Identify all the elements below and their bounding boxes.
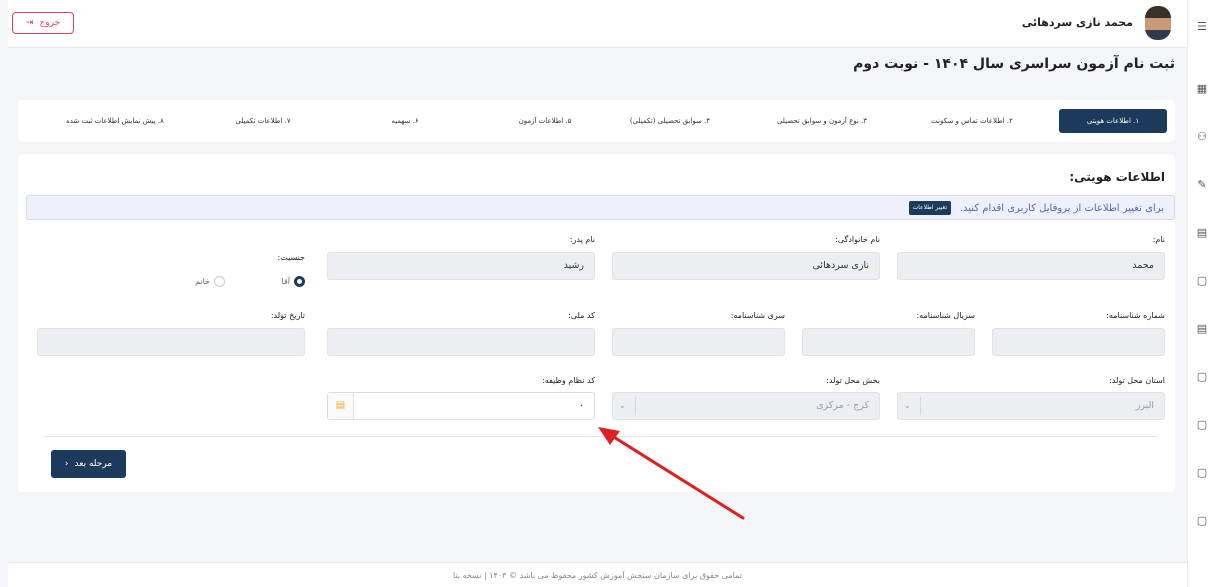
birth-province-label: استان محل تولد: xyxy=(1109,376,1165,385)
birth-date-field[interactable] xyxy=(37,328,305,356)
radio-unselected-icon xyxy=(214,276,225,287)
logout-button[interactable]: خروج ⇥ xyxy=(12,12,74,34)
select-divider xyxy=(920,397,921,415)
father-name-label: نام پدر: xyxy=(569,235,595,244)
step-preview[interactable]: ۸. پیش نمایش اطلاعات ثبت شده xyxy=(55,109,175,133)
document-icon[interactable]: ▤ xyxy=(1195,226,1209,240)
footer-text: تمامی حقوق برای سازمان سنجش آموزش کشور م… xyxy=(453,571,742,580)
side-nav-rail: ☰ ▦ ⚇ ✎ ▤ ▢ ▤ ▢ ▢ ▢ ▢ xyxy=(1187,0,1217,587)
page-title: ثبت نام آزمون سراسری سال ۱۴۰۴ - نوبت دوم xyxy=(853,56,1175,72)
change-info-button[interactable]: تغییر اطلاعات xyxy=(908,201,951,215)
gender-female-radio[interactable]: خانم xyxy=(195,276,225,287)
national-code-field[interactable] xyxy=(327,328,595,356)
next-step-label: مرحله بعد xyxy=(74,459,113,469)
birth-district-label: بخش محل تولد: xyxy=(826,376,880,385)
birth-district-value: کرج - مرکزی xyxy=(816,400,869,411)
id-number-field[interactable] xyxy=(992,328,1165,356)
chevron-down-icon: ⌄ xyxy=(619,401,626,410)
logout-icon: ⇥ xyxy=(25,18,34,28)
dashboard-icon[interactable]: ▦ xyxy=(1195,82,1209,96)
gender-label: جنسیت: xyxy=(277,253,305,262)
menu-icon[interactable]: ☰ xyxy=(1195,20,1209,34)
military-code-field[interactable]: ۰ ▤ xyxy=(327,392,595,420)
last-name-field[interactable]: نازی سردهائی xyxy=(612,252,880,280)
clipboard-icon[interactable]: ▢ xyxy=(1195,418,1209,432)
select-divider xyxy=(635,397,636,415)
clipboard-icon[interactable]: ▢ xyxy=(1195,514,1209,528)
user-name: محمد نازی سردهائی xyxy=(1021,16,1133,29)
chevron-left-icon: ‹ xyxy=(64,459,69,469)
logout-label: خروج xyxy=(39,18,61,28)
id-serial-label: سریال شناسنامه: xyxy=(916,311,975,320)
military-code-label: کد نظام وظیفه: xyxy=(542,376,595,385)
edit-icon[interactable]: ✎ xyxy=(1195,178,1209,192)
father-name-field[interactable]: رشید xyxy=(327,252,595,280)
step-quota[interactable]: ۶. سهمیه xyxy=(375,109,435,133)
clipboard-icon[interactable]: ▢ xyxy=(1195,274,1209,288)
info-banner: برای تغییر اطلاعات از پروفایل کاربری اقد… xyxy=(26,195,1175,220)
birth-province-value: البرز xyxy=(1135,400,1154,411)
document-icon[interactable]: ▤ xyxy=(328,393,354,419)
birth-province-select[interactable]: البرز ⌄ xyxy=(897,392,1165,420)
document-icon[interactable]: ▤ xyxy=(1195,322,1209,336)
add-user-icon[interactable]: ⚇ xyxy=(1195,130,1209,144)
registration-stepper: ۱. اطلاعات هویتی ۲. اطلاعات تماس و سکونت… xyxy=(18,100,1175,142)
next-step-button[interactable]: مرحله بعد ‹ xyxy=(51,450,126,478)
step-identity[interactable]: ۱. اطلاعات هویتی xyxy=(1059,109,1167,133)
gender-male-radio[interactable]: آقا xyxy=(282,276,305,287)
avatar[interactable] xyxy=(1145,6,1171,40)
clipboard-icon[interactable]: ▢ xyxy=(1195,370,1209,384)
last-name-label: نام خانوادگی: xyxy=(835,235,880,244)
top-bar: محمد نازی سردهائی خروج ⇥ xyxy=(8,0,1187,48)
step-exam-info[interactable]: ۵. اطلاعات آزمون xyxy=(505,109,585,133)
gender-male-label: آقا xyxy=(281,277,290,286)
step-contact[interactable]: ۲. اطلاعات تماس و سکونت xyxy=(917,109,1027,133)
footer: تمامی حقوق برای سازمان سنجش آموزش کشور م… xyxy=(8,562,1187,587)
first-name-label: نام: xyxy=(1152,235,1165,244)
info-text: برای تغییر اطلاعات از پروفایل کاربری اقد… xyxy=(959,203,1164,214)
id-serial-field[interactable] xyxy=(802,328,975,356)
section-title: اطلاعات هویتی: xyxy=(1069,170,1165,184)
annotation-arrow xyxy=(598,427,745,520)
birth-district-select[interactable]: کرج - مرکزی ⌄ xyxy=(612,392,880,420)
id-number-label: شماره شناسنامه: xyxy=(1106,311,1165,320)
step-additional[interactable]: ۷. اطلاعات تکمیلی xyxy=(223,109,303,133)
clipboard-icon[interactable]: ▢ xyxy=(1195,466,1209,480)
national-code-label: کد ملی: xyxy=(568,311,595,320)
first-name-field[interactable]: محمد xyxy=(897,252,1165,280)
gender-female-label: خانم xyxy=(195,277,210,286)
id-series-label: سری شناسنامه: xyxy=(730,311,785,320)
step-exam-type[interactable]: ۳. نوع آزمون و سوابق تحصیلی xyxy=(757,109,887,133)
radio-selected-icon xyxy=(294,276,305,287)
chevron-down-icon: ⌄ xyxy=(904,401,911,410)
military-code-value: ۰ xyxy=(578,400,584,411)
birth-date-label: تاریخ تولد: xyxy=(270,311,305,320)
step-education[interactable]: ۴. سوابق تحصیلی (تکمیلی) xyxy=(610,109,730,133)
id-series-field[interactable] xyxy=(612,328,785,356)
